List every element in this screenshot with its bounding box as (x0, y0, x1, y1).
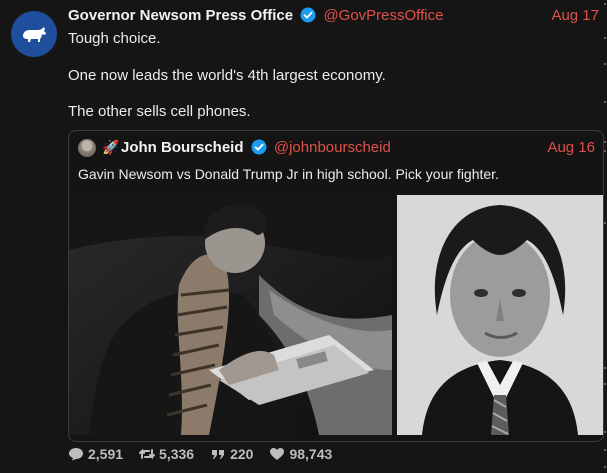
rocket-emoji-icon: 🚀 (102, 139, 120, 155)
tweet-line-2: One now leads the world's 4th largest ec… (68, 67, 386, 84)
like-button[interactable]: 98,743 (269, 446, 332, 462)
comment-icon (69, 448, 83, 461)
heart-icon (270, 448, 285, 460)
reply-count: 2,591 (88, 446, 124, 462)
photo-trump-jr-yearbook[interactable] (397, 195, 603, 435)
quoted-tweet[interactable]: 🚀 John Bourscheid @johnbourscheid Aug 16… (68, 130, 604, 442)
verified-badge-icon (300, 7, 316, 23)
tweet-line-1: Tough choice. (68, 30, 161, 47)
tweet-date[interactable]: Aug 17 (551, 7, 599, 24)
reply-button[interactable]: 2,591 (68, 446, 123, 462)
quoted-header: John Bourscheid @johnbourscheid Aug 16 (121, 139, 595, 159)
author-handle[interactable]: @GovPressOffice (323, 7, 443, 24)
author-name[interactable]: Governor Newsom Press Office (68, 7, 293, 24)
quoted-author-avatar[interactable] (78, 139, 96, 157)
photo-newsom-yearbook[interactable] (69, 195, 392, 435)
author-avatar[interactable] (11, 11, 57, 57)
tweet-line-3: The other sells cell phones. (68, 103, 251, 120)
quoted-date[interactable]: Aug 16 (547, 139, 595, 156)
quote-button[interactable]: 220 (210, 446, 253, 462)
retweet-button[interactable]: 5,336 (139, 446, 194, 462)
california-bear-icon (23, 27, 46, 42)
verified-badge-icon (251, 139, 267, 155)
quoted-author-name[interactable]: John Bourscheid (121, 139, 244, 156)
quoted-text: Gavin Newsom vs Donald Trump Jr in high … (78, 166, 499, 182)
quoted-author-handle[interactable]: @johnbourscheid (274, 139, 391, 156)
tweet-actions: 2,591 5,336 220 98,743 (68, 444, 348, 464)
retweet-count: 5,336 (159, 446, 195, 462)
quote-count: 220 (230, 446, 254, 462)
quote-icon (212, 450, 225, 459)
like-count: 98,743 (289, 446, 333, 462)
tweet-header: Governor Newsom Press Office @GovPressOf… (68, 7, 599, 27)
retweet-icon (139, 448, 156, 460)
